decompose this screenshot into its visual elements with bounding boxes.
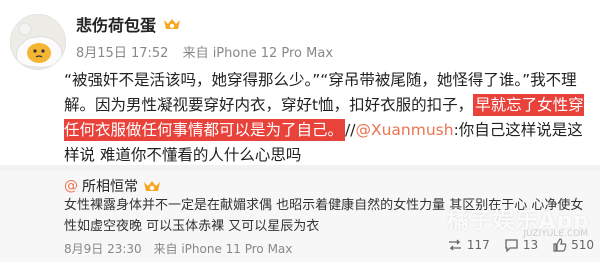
- reposted-card[interactable]: @ 所相恒常 女性裸露身体并不一定是在献媚求偶 也昭示着健康自然的女性力量 其区别…: [0, 171, 600, 262]
- comment-count: 13: [522, 238, 539, 252]
- repost-author[interactable]: @ 所相恒常: [64, 176, 162, 196]
- repost-icon: [448, 239, 461, 251]
- post-meta: 8月15日 17:52 来自 iPhone 12 Pro Max: [76, 42, 333, 61]
- repost-count: 117: [466, 238, 490, 252]
- content-separator: //: [345, 121, 356, 139]
- post-date: 8月15日 17:52: [76, 46, 169, 61]
- post-source: 来自 iPhone 12 Pro Max: [182, 46, 334, 61]
- mention-link[interactable]: @Xuanmush: [355, 121, 453, 139]
- repost-author-name[interactable]: 所相恒常: [82, 176, 138, 196]
- watermark-sub: JUZIYULE.COM: [523, 229, 588, 239]
- like-icon: [553, 238, 567, 252]
- like-count: 510: [571, 238, 594, 252]
- like-button[interactable]: 510: [552, 238, 594, 252]
- avatar[interactable]: [10, 14, 66, 70]
- repost-button[interactable]: 117: [447, 238, 490, 252]
- post-content: “被强奸不是活该吗，她穿得那么少。”“穿吊带被尾随，她怪得了谁。”我不理解。因为…: [64, 68, 594, 168]
- repost-source: 来自 iPhone 11 Pro Max: [153, 242, 293, 256]
- vip-badge-icon: [164, 19, 181, 29]
- comment-button[interactable]: 13: [504, 238, 538, 252]
- weibo-post: 悲伤荷包蛋 8月15日 17:52 来自 iPhone 12 Pro Max “…: [0, 0, 600, 170]
- repost-author-prefix: @: [64, 178, 78, 194]
- comment-icon: [505, 239, 518, 252]
- avatar-egg-icon: [11, 15, 65, 69]
- repost-actions: 117 13 510: [447, 238, 594, 252]
- vip-badge-icon: [144, 181, 160, 191]
- repost-date: 8月9日 23:30: [64, 242, 142, 256]
- post-author[interactable]: 悲伤荷包蛋: [76, 12, 182, 36]
- repost-meta: 8月9日 23:30 来自 iPhone 11 Pro Max: [64, 240, 292, 257]
- author-name[interactable]: 悲伤荷包蛋: [76, 12, 156, 36]
